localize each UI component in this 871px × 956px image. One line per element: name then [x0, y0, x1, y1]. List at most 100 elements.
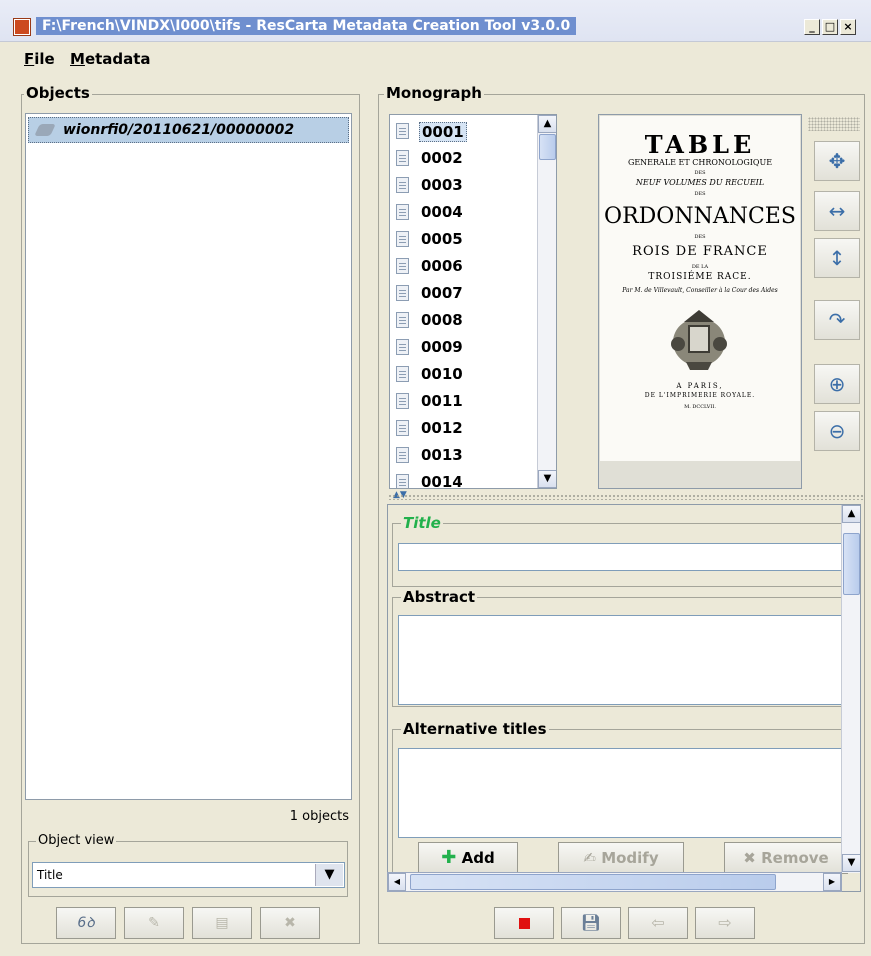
object-list-item[interactable]: wionrfi0/20110621/00000002 — [28, 117, 349, 143]
metadata-hscrollbar[interactable]: ◀ ▶ — [387, 872, 842, 892]
abstract-field[interactable] — [398, 615, 848, 705]
scroll-up-button[interactable]: ▲ — [842, 505, 860, 523]
document-icon — [396, 204, 409, 220]
stop-button[interactable] — [494, 907, 554, 939]
redo-icon: ⇨ — [718, 913, 732, 932]
pencil-icon: ✎ — [148, 915, 160, 931]
monograph-legend: Monograph — [384, 84, 484, 102]
maximize-button[interactable]: □ — [822, 19, 838, 35]
alternative-titles-label: Alternative titles — [401, 720, 549, 738]
preview-line: A PARIS, — [676, 382, 724, 390]
zoom-out-icon: ⊖ — [828, 419, 846, 443]
rotate-button[interactable]: ↷ — [814, 300, 860, 340]
stop-icon — [518, 918, 530, 929]
fit-height-icon: ↕ — [828, 246, 846, 270]
close-button[interactable]: × — [840, 19, 856, 35]
remove-icon: ✖ — [743, 849, 756, 867]
document-icon — [396, 339, 409, 355]
scroll-thumb[interactable] — [539, 134, 556, 160]
preview-line: ORDONNANCES — [604, 204, 796, 229]
edit-object-button[interactable]: ✎ — [124, 907, 184, 939]
fit-height-button[interactable]: ↕ — [814, 238, 860, 278]
preview-line: DE L'IMPRIMERIE ROYALE. — [644, 392, 756, 399]
file-list[interactable]: 0001 0002 0003 0004 0005 0006 0007 0008 … — [389, 114, 557, 489]
object-view-legend: Object view — [36, 833, 117, 848]
zoom-out-button[interactable]: ⊖ — [814, 411, 860, 451]
preview-line: DES — [694, 170, 706, 176]
move-button[interactable]: ✥ — [814, 141, 860, 181]
window-title: F:\French\VINDX\I000\tifs - ResCarta Met… — [36, 17, 577, 35]
preview-line: DES — [694, 234, 706, 240]
objects-count: 1 objects — [289, 809, 349, 824]
preview-line: ROIS DE FRANCE — [632, 244, 768, 259]
zoom-in-icon: ⊕ — [828, 372, 846, 396]
preview-line: Par M. de Villevault, Conseiller à la Co… — [622, 287, 778, 294]
alternative-titles-list[interactable] — [398, 748, 848, 838]
fit-width-button[interactable]: ↔ — [814, 191, 860, 231]
delete-object-button[interactable]: ✖ — [260, 907, 320, 939]
document-icon — [396, 285, 409, 301]
remove-button[interactable]: ✖ Remove — [724, 842, 848, 874]
file-list-scrollbar[interactable]: ▲ ▼ — [537, 115, 556, 488]
document-icon — [396, 258, 409, 274]
scroll-down-button[interactable]: ▼ — [538, 470, 556, 488]
edit-form-icon: ▤ — [215, 915, 229, 931]
document-icon — [396, 393, 409, 409]
save-icon: 💾︎ — [580, 913, 602, 932]
preview-line: GENERALE ET CHRONOLOGIQUE — [627, 158, 773, 167]
chevron-down-icon[interactable]: ▼ — [315, 864, 343, 886]
document-icon — [396, 474, 409, 488]
scroll-thumb[interactable] — [410, 874, 776, 890]
metadata-scrollbar[interactable]: ▲ ▼ — [841, 505, 860, 873]
move-icon: ✥ — [828, 149, 846, 173]
scroll-right-button[interactable]: ▶ — [823, 873, 841, 891]
plus-icon: ✚ — [441, 847, 457, 868]
preview-line: NEUF VOLUMES DU RECUEIL — [635, 178, 765, 187]
menu-metadata[interactable]: Metadata — [70, 50, 151, 68]
menu-file[interactable]: File — [24, 50, 55, 68]
modify-button[interactable]: ✍ Modify — [558, 842, 684, 874]
undo-button[interactable]: ⇦ — [628, 907, 688, 939]
fit-width-icon: ↔ — [828, 199, 846, 223]
scroll-up-button[interactable]: ▲ — [538, 115, 556, 133]
preview-line: TABLE — [644, 130, 756, 159]
undo-icon: ⇦ — [651, 913, 665, 932]
preview-line: M. DCCLVII. — [684, 404, 716, 410]
menu-bar: File Metadata — [0, 42, 871, 74]
java-app-icon — [14, 19, 30, 35]
window-title-bar[interactable]: F:\French\VINDX\I000\tifs - ResCarta Met… — [0, 0, 871, 42]
object-view-select[interactable]: Title ▼ — [32, 862, 345, 888]
document-icon — [396, 366, 409, 382]
scroll-left-button[interactable]: ◀ — [388, 873, 406, 891]
zoom-in-button[interactable]: ⊕ — [814, 364, 860, 404]
royal-coat-of-arms-icon — [671, 310, 727, 370]
preview-line: TROISIÉME RACE. — [648, 272, 752, 282]
save-button[interactable]: 💾︎ — [561, 907, 621, 939]
rotate-icon: ↷ — [828, 308, 846, 332]
view-object-button[interactable]: 6ꝺ — [56, 907, 116, 939]
toolbar-grip[interactable] — [808, 117, 860, 131]
objects-list[interactable]: wionrfi0/20110621/00000002 — [25, 113, 352, 800]
glasses-icon: 6ꝺ — [77, 915, 95, 931]
add-button[interactable]: ✚ Add — [418, 842, 518, 874]
scroll-thumb[interactable] — [843, 533, 860, 595]
delete-icon: ✖ — [284, 915, 296, 931]
document-icon — [396, 420, 409, 436]
scroll-down-button[interactable]: ▼ — [842, 854, 860, 872]
metadata-form: Title Abstract Alternative titles ✚ Add … — [387, 504, 861, 892]
document-icon — [396, 150, 409, 166]
object-view-value: Title — [37, 868, 63, 882]
objects-legend: Objects — [24, 84, 92, 102]
edit-form-button[interactable]: ▤ — [192, 907, 252, 939]
page-preview[interactable]: TABLE GENERALE ET CHRONOLOGIQUE DES NEUF… — [598, 114, 802, 489]
quill-icon — [34, 124, 56, 136]
object-label: wionrfi0/20110621/00000002 — [63, 122, 295, 138]
redo-button[interactable]: ⇨ — [695, 907, 755, 939]
abstract-label: Abstract — [401, 588, 478, 606]
split-divider[interactable] — [388, 494, 863, 500]
title-label: Title — [401, 514, 443, 532]
preview-line: DES — [694, 191, 706, 197]
minimize-button[interactable]: _ — [804, 19, 820, 35]
document-icon — [396, 312, 409, 328]
title-field[interactable] — [398, 543, 848, 571]
